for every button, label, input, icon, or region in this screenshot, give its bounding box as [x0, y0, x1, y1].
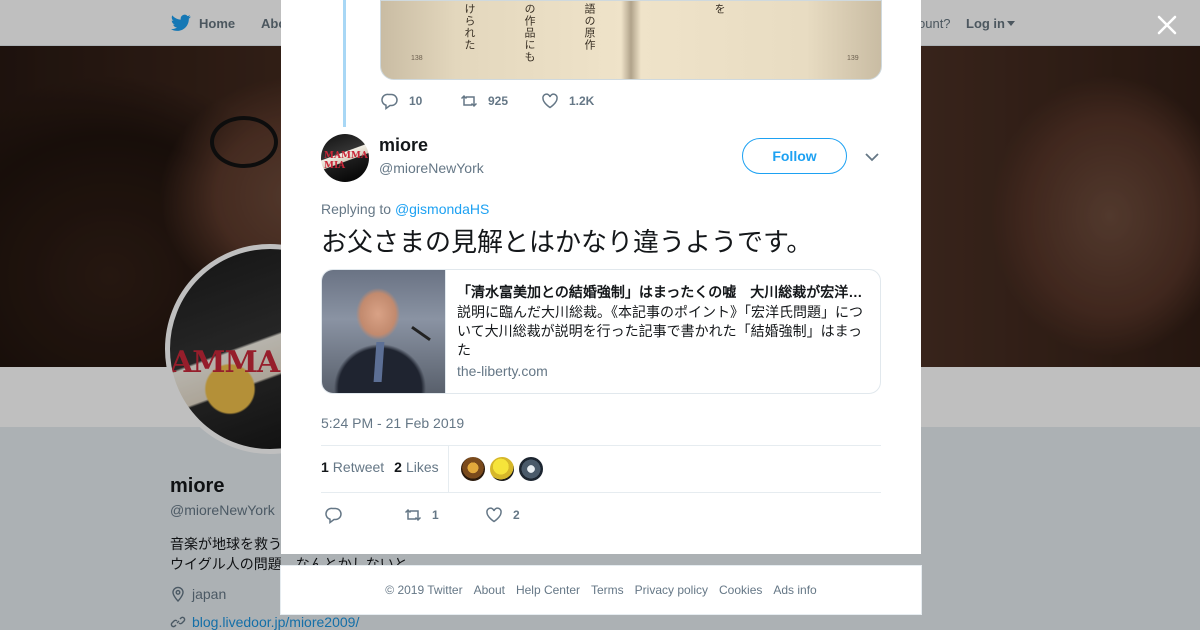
like-count: 1.2K: [569, 94, 595, 108]
media-page-number: 139: [847, 55, 859, 62]
retweet-count: 1: [432, 508, 439, 522]
thread-connector: [343, 0, 346, 127]
footer-copyright: © 2019 Twitter: [385, 583, 463, 597]
replying-prefix: Replying to: [321, 201, 395, 217]
heart-icon: [486, 507, 502, 523]
close-icon[interactable]: [1154, 12, 1180, 38]
chevron-down-icon[interactable]: [864, 150, 880, 164]
previous-tweet-media[interactable]: けられた の作品にも 語の原作 を 138 139: [380, 0, 882, 80]
footer-link-help-center[interactable]: Help Center: [516, 583, 580, 597]
liker-avatar[interactable]: [518, 456, 544, 482]
card-domain: the-liberty.com: [457, 363, 548, 379]
like-stat-count: 2: [394, 459, 402, 475]
media-page-number: 138: [411, 55, 423, 62]
link-card[interactable]: 「清水富美加との結婚強制」はまったくの嘘 大川総裁が宏洋氏の「虚偽」に反論 説明…: [321, 269, 881, 394]
tweet-timestamp[interactable]: 5:24 PM - 21 Feb 2019: [321, 415, 464, 431]
footer-link-ads-info[interactable]: Ads info: [773, 583, 816, 597]
divider: [321, 492, 881, 493]
reply-icon: [325, 507, 342, 524]
media-book-text: 語の原作: [583, 3, 596, 51]
footer-link-about[interactable]: About: [474, 583, 505, 597]
retweet-count: 925: [488, 94, 509, 108]
author-name[interactable]: miore: [379, 135, 428, 156]
retweet-button[interactable]: 1: [404, 506, 485, 524]
follow-button[interactable]: Follow: [742, 138, 847, 174]
author-avatar[interactable]: MAMMA MIA: [321, 134, 369, 182]
footer: © 2019 Twitter About Help Center Terms P…: [280, 565, 922, 615]
tweet-permalink-modal: けられた の作品にも 語の原作 を 138 139 10 925 1.2K MA…: [281, 0, 921, 554]
footer-link-cookies[interactable]: Cookies: [719, 583, 762, 597]
media-book-text: を: [713, 3, 726, 15]
replying-to-link[interactable]: @gismondaHS: [395, 201, 489, 217]
retweet-stat-count: 1: [321, 459, 329, 475]
replying-to: Replying to @gismondaHS: [321, 201, 489, 217]
retweet-icon: [404, 508, 422, 522]
reply-button[interactable]: 10: [381, 92, 460, 110]
media-book-text: の作品にも: [523, 3, 536, 63]
like-stat-label: Likes: [405, 459, 439, 475]
retweet-icon: [460, 94, 478, 108]
footer-link-privacy[interactable]: Privacy policy: [635, 583, 708, 597]
like-stat[interactable]: 2 Likes: [394, 459, 438, 475]
card-title: 「清水富美加との結婚強制」はまったくの嘘 大川総裁が宏洋氏の「虚偽」に反論: [457, 284, 869, 300]
tweet-stats: 1 Retweet 2 Likes: [321, 459, 439, 475]
tweet-text: お父さまの見解とはかなり違うようです。: [321, 228, 813, 258]
liker-avatar[interactable]: [460, 456, 486, 482]
heart-icon: [542, 93, 558, 109]
reply-count: 10: [409, 94, 423, 108]
author-avatar-text: MAMMA MIA: [324, 151, 368, 171]
stats-separator: [448, 446, 449, 492]
retweet-button[interactable]: 925: [460, 92, 541, 110]
media-book-text: けられた: [463, 3, 476, 51]
like-count: 2: [513, 508, 520, 522]
retweet-stat[interactable]: 1 Retweet: [321, 459, 384, 475]
author-handle[interactable]: @mioreNewYork: [379, 160, 484, 176]
previous-tweet-actions: 10 925 1.2K: [381, 92, 594, 110]
reply-button[interactable]: [325, 506, 404, 524]
footer-link-terms[interactable]: Terms: [591, 583, 624, 597]
card-thumbnail: [322, 270, 446, 393]
divider: [321, 445, 881, 446]
card-description: 説明に臨んだ大川総裁。《本記事のポイント》「宏洋氏問題」について大川総裁が説明を…: [457, 304, 863, 358]
tweet-actions: 1 2: [325, 506, 520, 524]
like-button[interactable]: 1.2K: [541, 92, 594, 110]
liker-avatar[interactable]: [489, 456, 515, 482]
reply-icon: [381, 93, 398, 110]
retweet-stat-label: Retweet: [332, 459, 385, 475]
like-button[interactable]: 2: [485, 506, 520, 524]
